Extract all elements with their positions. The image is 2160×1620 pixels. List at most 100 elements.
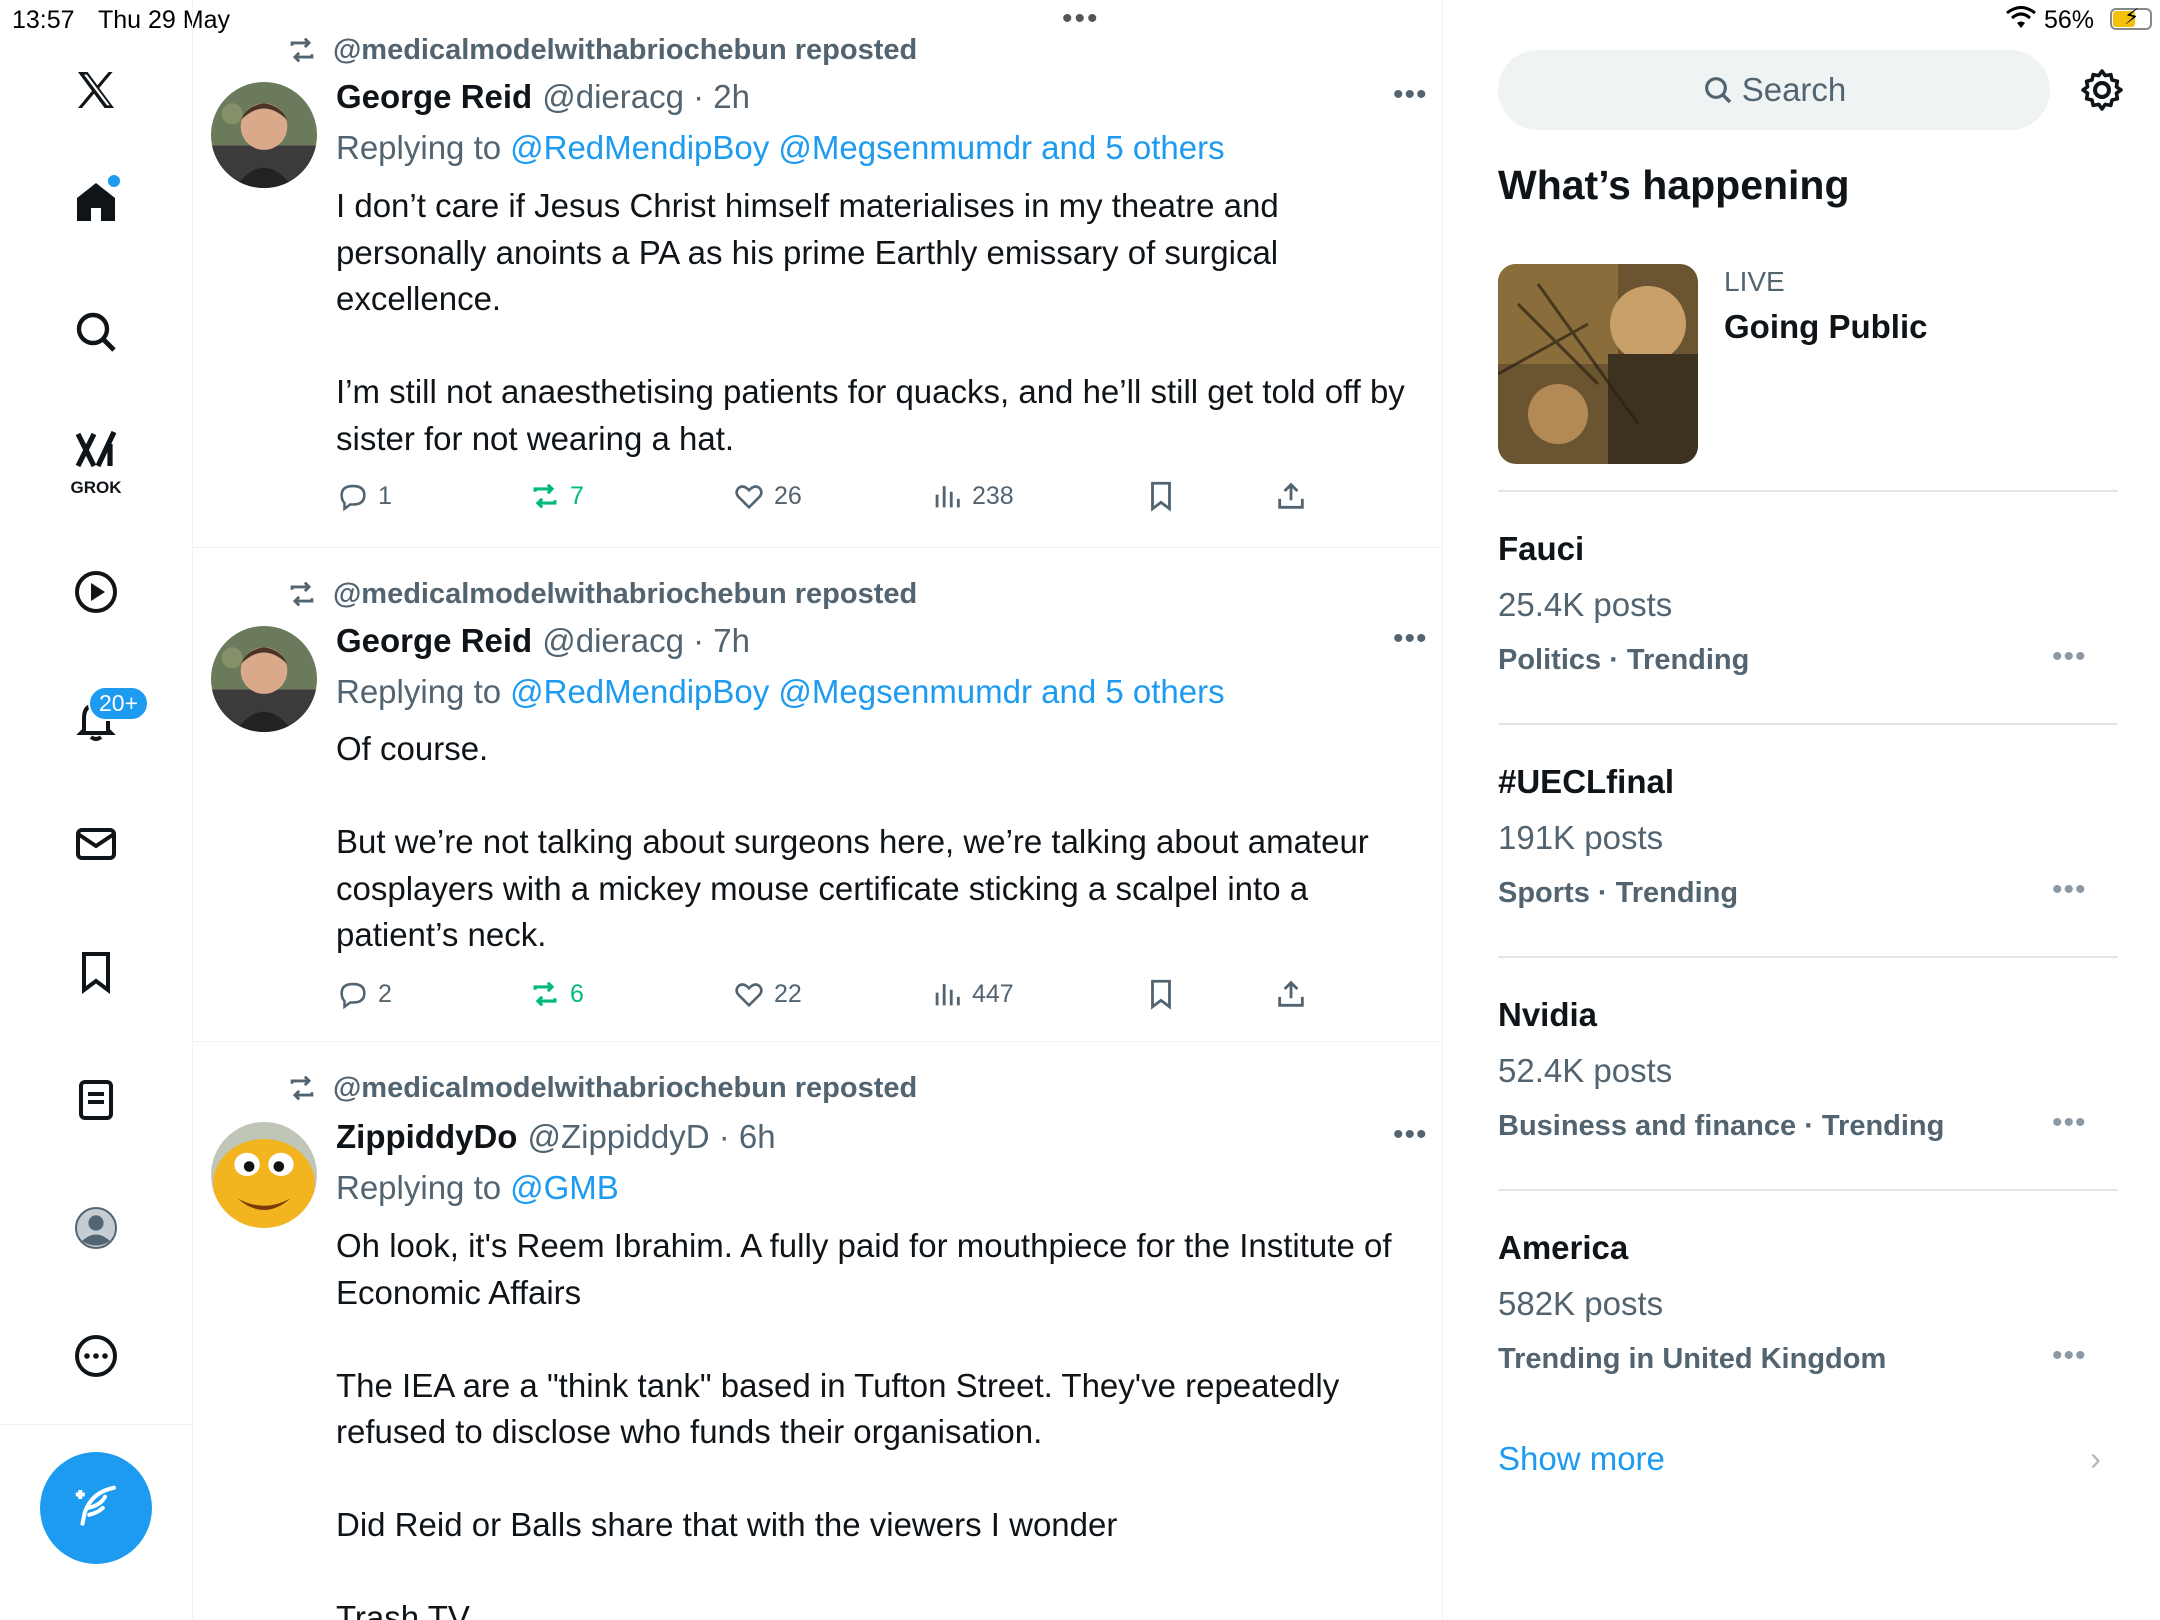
- trend-count: 191K posts: [1498, 819, 1664, 856]
- reply-button[interactable]: 1: [336, 474, 392, 518]
- more-icon[interactable]: [66, 1326, 126, 1386]
- trend-more-icon[interactable]: •••: [2052, 1339, 2087, 1373]
- trend-item[interactable]: Nvidia 52.4K posts Business and finance …: [1498, 996, 2118, 1186]
- trend-category: Trending in United Kingdom: [1498, 1343, 1887, 1375]
- view-count: 238: [972, 481, 1014, 510]
- replying-to: Replying to @GMB: [336, 1166, 619, 1210]
- repost-icon: [533, 981, 557, 1007]
- tweet-more-icon[interactable]: •••: [1393, 1118, 1428, 1152]
- author-handle-time[interactable]: @ZippiddyD · 6h: [527, 1118, 775, 1156]
- search-icon[interactable]: [66, 302, 126, 362]
- profile-icon[interactable]: [66, 1198, 126, 1258]
- replying-to-link[interactable]: @RedMendipBoy @Megsenmumdr and 5 others: [510, 673, 1225, 711]
- replying-to: Replying to @RedMendipBoy @Megsenmumdr a…: [336, 126, 1225, 170]
- views-button[interactable]: 238: [930, 474, 1014, 518]
- trend-more-icon[interactable]: •••: [2052, 640, 2087, 674]
- timeline: @medicalmodelwithabriochebun reposted Ge…: [193, 0, 1443, 1620]
- compose-button[interactable]: [40, 1452, 152, 1564]
- share-button[interactable]: [1274, 972, 1316, 1016]
- trend-category: Sports · Trending: [1498, 877, 1739, 909]
- live-event-thumbnail[interactable]: [1498, 264, 1698, 464]
- repost-text: @medicalmodelwithabriochebun reposted: [333, 33, 918, 66]
- show-more-link[interactable]: Show more: [1498, 1440, 1665, 1478]
- grok-label: GROK: [70, 478, 122, 497]
- reply-button[interactable]: 2: [336, 972, 392, 1016]
- bookmark-button[interactable]: [1144, 972, 1186, 1016]
- trend-more-icon[interactable]: •••: [2052, 1106, 2087, 1140]
- avatar[interactable]: [211, 626, 317, 732]
- trend-category: Politics · Trending: [1498, 644, 1750, 676]
- like-count: 26: [774, 481, 802, 510]
- repost-count: 6: [570, 979, 584, 1008]
- tweet-actions: 1 7 26 238: [336, 474, 1336, 518]
- trend-item[interactable]: America 582K posts Trending in United Ki…: [1498, 1229, 2118, 1419]
- repost-icon: [533, 483, 557, 509]
- views-icon: [935, 984, 960, 1006]
- divider: [1498, 490, 2118, 492]
- repost-button[interactable]: 7: [528, 474, 584, 518]
- avatar[interactable]: [211, 82, 317, 188]
- replying-to: Replying to @RedMendipBoy @Megsenmumdr a…: [336, 670, 1225, 714]
- trend-item[interactable]: #UECLfinal 191K posts Sports · Trending …: [1498, 763, 2118, 953]
- tweet-paragraph: Of course.: [336, 730, 489, 767]
- tweet[interactable]: @medicalmodelwithabriochebun reposted Zi…: [193, 1042, 1442, 1620]
- trend-more-icon[interactable]: •••: [2052, 873, 2087, 907]
- tweet-body: Oh look, it's Reem Ibrahim. A fully paid…: [336, 1223, 1416, 1620]
- right-sidebar: Search What’s happening LIVE Going Publi…: [1480, 0, 2160, 1620]
- chevron-right-icon[interactable]: ›: [2090, 1440, 2101, 1478]
- author-handle-time[interactable]: @dieracg · 2h: [542, 78, 750, 116]
- divider: [1498, 956, 2118, 958]
- bookmark-icon[interactable]: [66, 942, 126, 1002]
- live-event-title[interactable]: Going Public: [1724, 308, 1928, 346]
- trend-name: #UECLfinal: [1498, 763, 1675, 800]
- tweet-actions: 2 6 22 447: [336, 972, 1336, 1016]
- tweet-paragraph: Trash TV: [336, 1599, 470, 1620]
- mail-icon[interactable]: [66, 814, 126, 874]
- left-nav: GROK 20+: [0, 0, 193, 1620]
- heart-icon: [735, 983, 763, 1008]
- tweet-header: George Reid @dieracg · 7h: [336, 619, 750, 663]
- avatar[interactable]: [211, 1122, 317, 1228]
- replying-to-link[interactable]: @GMB: [510, 1169, 619, 1207]
- bookmark-button[interactable]: [1144, 474, 1186, 518]
- reply-count: 1: [378, 481, 392, 510]
- like-button[interactable]: 26: [732, 474, 802, 518]
- search-input[interactable]: Search: [1498, 50, 2050, 130]
- view-count: 447: [972, 979, 1014, 1008]
- tweet[interactable]: @medicalmodelwithabriochebun reposted Ge…: [193, 548, 1442, 1042]
- heart-icon: [735, 485, 763, 510]
- author-name[interactable]: George Reid: [336, 78, 532, 116]
- compose-icon: [75, 1485, 117, 1526]
- views-button[interactable]: 447: [930, 972, 1014, 1016]
- author-name[interactable]: ZippiddyDo: [336, 1118, 517, 1156]
- gear-icon[interactable]: [2078, 66, 2126, 114]
- author-name[interactable]: George Reid: [336, 622, 532, 660]
- whats-happening-title: What’s happening: [1498, 162, 1850, 208]
- repost-text: @medicalmodelwithabriochebun reposted: [333, 1071, 918, 1104]
- tweet-body: Of course. But we’re not talking about s…: [336, 726, 1416, 959]
- repost-icon: [290, 1075, 314, 1101]
- replying-to-link[interactable]: @RedMendipBoy @Megsenmumdr and 5 others: [510, 129, 1225, 167]
- bookmark-icon: [1151, 481, 1171, 512]
- tweet[interactable]: @medicalmodelwithabriochebun reposted Ge…: [193, 0, 1442, 548]
- tweet-more-icon[interactable]: •••: [1393, 78, 1428, 112]
- lists-icon[interactable]: [66, 1070, 126, 1130]
- tweet-paragraph: Did Reid or Balls share that with the vi…: [336, 1506, 1118, 1543]
- x-logo-icon[interactable]: [66, 60, 126, 120]
- video-icon[interactable]: [66, 562, 126, 622]
- repost-button[interactable]: 6: [528, 972, 584, 1016]
- repost-icon: [290, 581, 314, 607]
- repost-indicator: @medicalmodelwithabriochebun reposted: [285, 574, 917, 614]
- tweet-body: I don’t care if Jesus Christ himself mat…: [336, 183, 1416, 462]
- search-placeholder: Search: [1741, 71, 1847, 108]
- tweet-paragraph: I don’t care if Jesus Christ himself mat…: [336, 187, 1288, 317]
- notifications-badge: 20+: [88, 686, 150, 721]
- grok-icon[interactable]: [66, 420, 126, 480]
- author-handle-time[interactable]: @dieracg · 7h: [542, 622, 750, 660]
- views-icon: [935, 486, 960, 508]
- tweet-more-icon[interactable]: •••: [1393, 622, 1428, 656]
- like-button[interactable]: 22: [732, 972, 802, 1016]
- trend-item[interactable]: Fauci 25.4K posts Politics · Trending ••…: [1498, 530, 2118, 720]
- share-icon: [1278, 980, 1304, 1007]
- share-button[interactable]: [1274, 474, 1316, 518]
